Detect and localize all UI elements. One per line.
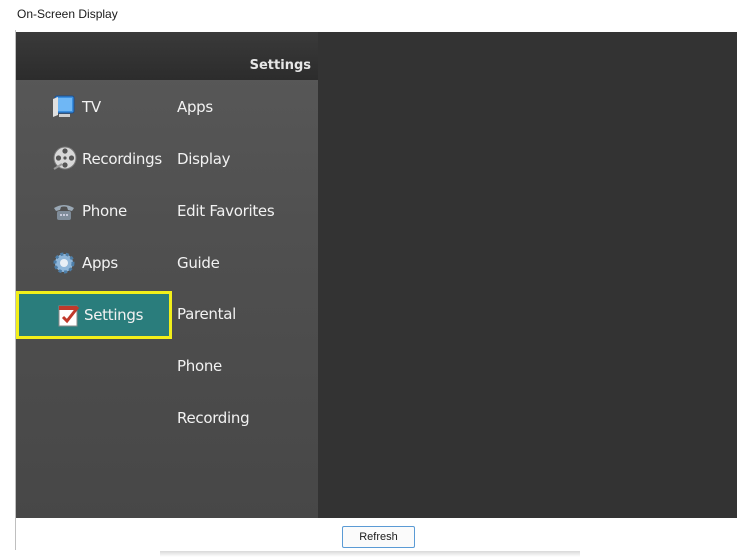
window-title: On-Screen Display: [17, 7, 118, 21]
refresh-button[interactable]: Refresh: [342, 526, 415, 548]
bottom-shadow: [160, 551, 580, 557]
gear-icon: [53, 252, 75, 274]
nav-item-label: Phone: [82, 202, 127, 220]
submenu-item-display[interactable]: Display: [177, 144, 231, 174]
submenu-item-phone[interactable]: Phone: [177, 351, 222, 381]
tv-icon: [53, 95, 75, 117]
phone-icon: [54, 205, 74, 220]
nav-item-recordings[interactable]: Recordings: [16, 136, 171, 182]
submenu-item-edit-favorites[interactable]: Edit Favorites: [177, 196, 275, 226]
on-screen-display: Settings TV Recordings Phone Apps Settin…: [16, 32, 737, 518]
nav-item-label: Apps: [82, 254, 118, 272]
content-area: [318, 32, 737, 518]
nav-item-label: Recordings: [82, 150, 162, 168]
menu-panel: Settings TV Recordings Phone Apps Settin…: [16, 32, 318, 518]
nav-item-tv[interactable]: TV: [16, 84, 171, 130]
bottom-bar: Refresh: [16, 518, 737, 550]
nav-item-settings[interactable]: Settings: [16, 291, 172, 339]
nav-item-phone[interactable]: Phone: [16, 188, 171, 234]
menu-header-title: Settings: [249, 58, 311, 73]
nav-item-label: Settings: [84, 306, 144, 324]
nav-item-label: TV: [82, 98, 101, 116]
submenu-item-guide[interactable]: Guide: [177, 248, 220, 278]
menu-header: Settings: [16, 32, 318, 80]
nav-item-apps[interactable]: Apps: [16, 240, 171, 286]
submenu-item-apps[interactable]: Apps: [177, 92, 213, 122]
film-reel-icon: [53, 146, 77, 170]
submenu-item-recording[interactable]: Recording: [177, 403, 250, 433]
settings-checklist-icon: [58, 305, 80, 327]
submenu-item-parental[interactable]: Parental: [177, 299, 236, 329]
